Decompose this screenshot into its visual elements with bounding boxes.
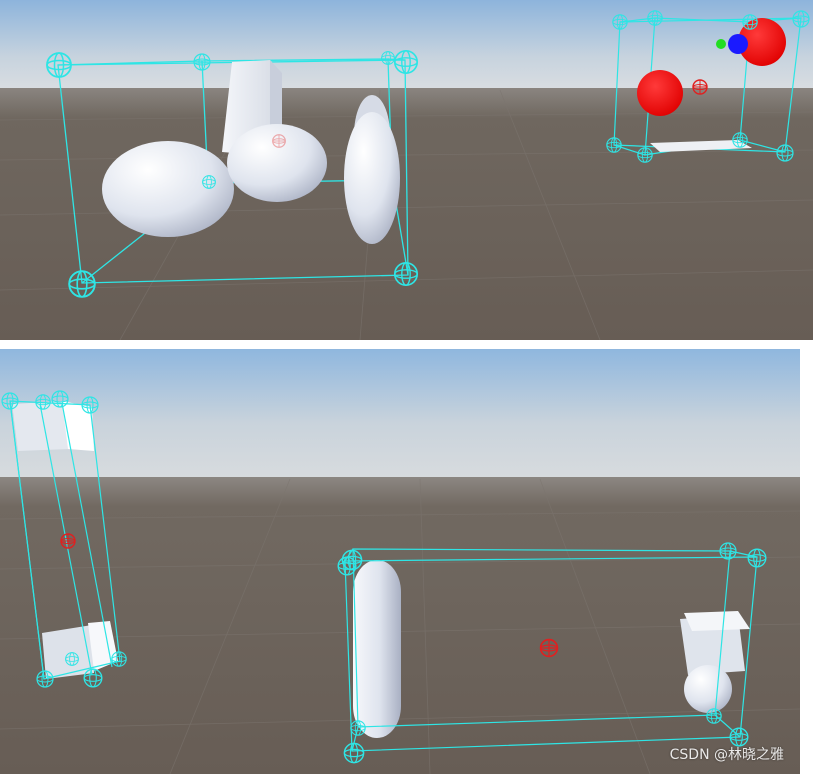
white-ellipsoid-middle[interactable]	[227, 124, 327, 202]
white-ellipsoid-thin[interactable]	[344, 112, 400, 244]
green-sphere[interactable]	[716, 39, 726, 49]
white-sphere[interactable]	[684, 665, 732, 713]
bottom-scene-view[interactable]: CSDN @林晓之雅	[0, 349, 800, 774]
top-scene-canvas[interactable]	[0, 0, 813, 340]
sky	[0, 349, 800, 484]
sky	[0, 0, 813, 95]
bottom-scene-canvas[interactable]	[0, 349, 800, 774]
white-capsule[interactable]	[353, 560, 401, 738]
watermark-text: CSDN @林晓之雅	[669, 747, 784, 763]
white-ellipsoid-large[interactable]	[102, 141, 234, 237]
top-scene-view[interactable]	[0, 0, 813, 340]
red-sphere-small[interactable]	[637, 70, 683, 116]
lower-cube-front[interactable]	[42, 625, 94, 679]
blue-sphere[interactable]	[728, 34, 748, 54]
